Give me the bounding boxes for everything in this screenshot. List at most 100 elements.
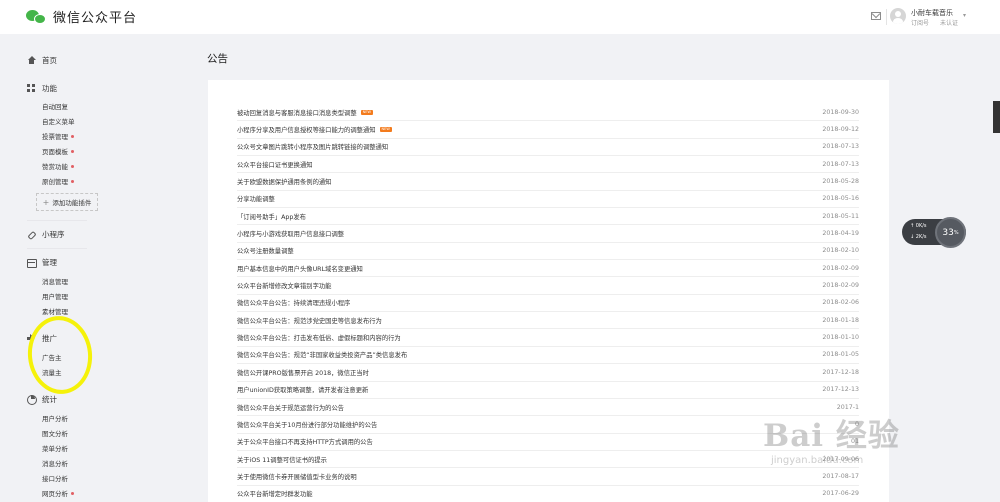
sidebar-item-messages[interactable]: 消息管理 bbox=[42, 276, 68, 286]
announcement-date: 2018-02-09 bbox=[822, 282, 859, 290]
announcement-row[interactable]: 公众号文章图片跳转小程序及图片跳转链接的调整通知 2018-07-13 bbox=[237, 139, 859, 157]
announcement-title[interactable]: 微信公众平台关于规范运营行为的公告 bbox=[237, 403, 344, 412]
announcement-title[interactable]: 微信公众平台公告：规范“非国家收益类投资产品”类信息发布 bbox=[237, 350, 407, 359]
announcement-row[interactable]: 微信公开课PRO版售票开启 2018，微信正当时 2017-12-18 bbox=[237, 364, 859, 382]
announcement-row[interactable]: 关于欧盟数据保护通用条例的通知 2018-05-28 bbox=[237, 173, 859, 191]
announcement-row[interactable]: 用户基本信息中的用户头像URL域名变更通知 2018-02-09 bbox=[237, 260, 859, 278]
sidebar-item-mini-program[interactable]: 小程序 bbox=[27, 227, 65, 241]
announcement-title[interactable]: 微信公开课PRO版售票开启 2018，微信正当时 bbox=[237, 368, 369, 377]
new-badge: NEW bbox=[379, 127, 392, 133]
sidebar-item-article-analysis[interactable]: 图文分析 bbox=[42, 428, 68, 438]
link-icon bbox=[27, 230, 36, 239]
announcement-title[interactable]: 用户基本信息中的用户头像URL域名变更通知 bbox=[237, 264, 363, 273]
announcement-date: 2018-09-12 bbox=[822, 126, 859, 134]
announcement-title[interactable]: 小程序与小游戏获取用户信息接口调整 bbox=[237, 229, 344, 238]
sidebar-item-auto-reply[interactable]: 自动回复 bbox=[42, 101, 68, 111]
announcement-row[interactable]: 小程序与小游戏获取用户信息接口调整 2018-04-19 bbox=[237, 225, 859, 243]
sidebar-item-message-analysis[interactable]: 消息分析 bbox=[42, 458, 68, 468]
account-type: 订阅号 bbox=[911, 20, 930, 27]
announcement-row[interactable]: 公众平台接口证书更换通知 2018-07-13 bbox=[237, 156, 859, 174]
sidebar-item-vote[interactable]: 投票管理 bbox=[42, 131, 74, 141]
announcement-date: 2018-01-18 bbox=[822, 316, 859, 324]
announcement-row[interactable]: 公众平台新增定时群发功能 2017-06-29 bbox=[237, 486, 859, 502]
notification-dot bbox=[71, 179, 74, 183]
pie-chart-icon bbox=[27, 394, 37, 405]
announcement-title[interactable]: 关于iOS 11调整可信证书的提示 bbox=[237, 455, 327, 464]
account-name[interactable]: 小耐车载音乐 bbox=[911, 8, 953, 18]
announcement-row[interactable]: 分享功能调整 2018-05-16 bbox=[237, 191, 859, 209]
account-status: 未认证 bbox=[940, 20, 959, 27]
announcement-date: 2018-05-11 bbox=[822, 212, 859, 220]
page-title: 公告 bbox=[207, 53, 228, 65]
sidebar-item-original[interactable]: 原创管理 bbox=[42, 176, 74, 186]
announcement-title[interactable]: 分享功能调整 bbox=[237, 194, 275, 203]
sidebar-section-manage[interactable]: 管理 bbox=[27, 255, 57, 269]
sidebar-item-api-analysis[interactable]: 接口分析 bbox=[42, 473, 68, 483]
sidebar-section-label: 统计 bbox=[42, 394, 57, 404]
announcement-row[interactable]: 公众号注册数量调整 2018-02-10 bbox=[237, 243, 859, 261]
announcement-date: 2018-02-06 bbox=[822, 299, 859, 307]
sidebar-item-users[interactable]: 用户管理 bbox=[42, 291, 68, 301]
sidebar-item-custom-menu[interactable]: 自定义菜单 bbox=[42, 116, 75, 126]
account-divider bbox=[886, 9, 887, 25]
announcement-title[interactable]: 关于公众平台接口不再支持HTTP方式调用的公告 bbox=[237, 437, 373, 446]
announcement-title[interactable]: 公众平台接口证书更换通知 bbox=[237, 160, 313, 169]
sidebar-section-features[interactable]: 功能 bbox=[27, 81, 57, 95]
sidebar-item-home[interactable]: 首页 bbox=[27, 53, 57, 67]
baidu-jingyan-watermark: Bai 经验 jingyan.baidu.com bbox=[763, 418, 900, 466]
sidebar-section-stats[interactable]: 统计 bbox=[27, 392, 57, 406]
upload-speed: ↑ 0K/s bbox=[910, 223, 927, 229]
notification-dot bbox=[71, 134, 74, 138]
memory-percent-circle[interactable]: 33% bbox=[935, 217, 966, 248]
new-badge: NEW bbox=[360, 109, 373, 115]
sidebar-section-label: 管理 bbox=[42, 257, 57, 267]
sidebar-item-menu-analysis[interactable]: 菜单分析 bbox=[42, 443, 68, 453]
announcement-title[interactable]: 公众平台新增定时群发功能 bbox=[237, 489, 313, 498]
announcement-title[interactable]: 关于使用微信卡券开展储值型卡业务的说明 bbox=[237, 472, 357, 481]
sidebar-section-label: 功能 bbox=[42, 83, 57, 93]
announcement-date: 2018-01-10 bbox=[822, 334, 859, 342]
announcement-title[interactable]: 「订阅号助手」App发布 bbox=[237, 212, 306, 221]
mail-icon[interactable] bbox=[871, 12, 881, 20]
announcement-row[interactable]: 公众平台新增修改文章错别字功能 2018-02-09 bbox=[237, 277, 859, 295]
announcement-title[interactable]: 微信公众平台公告：持续清理违规小程序 bbox=[237, 298, 350, 307]
announcement-row[interactable]: 小程序分享及用户信息授权等接口能力的调整通知 NEW 2018-09-12 bbox=[237, 121, 859, 139]
notification-dot bbox=[71, 149, 74, 153]
notification-dot bbox=[71, 164, 74, 168]
avatar[interactable] bbox=[890, 8, 906, 24]
divider bbox=[27, 220, 87, 221]
sidebar-item-materials[interactable]: 素材管理 bbox=[42, 306, 68, 316]
announcement-date: 2018-02-09 bbox=[822, 264, 859, 272]
announcement-title[interactable]: 关于欧盟数据保护通用条例的通知 bbox=[237, 177, 331, 186]
announcement-row[interactable]: 微信公众平台公告：持续清理违规小程序 2018-02-06 bbox=[237, 295, 859, 313]
announcement-title[interactable]: 微信公众平台关于10月份进行部分功能维护的公告 bbox=[237, 420, 377, 429]
announcement-title[interactable]: 被动回复消息与客服消息接口消息类型调整 NEW bbox=[237, 108, 373, 117]
sidebar-item-label: 首页 bbox=[42, 55, 57, 65]
announcement-row[interactable]: 微信公众平台公告：打击发布低俗、虚假标题和内容的行为 2018-01-10 bbox=[237, 329, 859, 347]
announcement-title[interactable]: 公众号文章图片跳转小程序及图片跳转链接的调整通知 bbox=[237, 142, 388, 151]
sidebar-item-user-analysis[interactable]: 用户分析 bbox=[42, 413, 68, 423]
announcement-row[interactable]: 用户unionID获取策略调整，请开发者注意更新 2017-12-13 bbox=[237, 382, 859, 399]
announcement-date: 2018-04-19 bbox=[822, 230, 859, 238]
announcement-title[interactable]: 公众平台新增修改文章错别字功能 bbox=[237, 281, 331, 290]
announcement-title[interactable]: 用户unionID获取策略调整，请开发者注意更新 bbox=[237, 385, 368, 394]
announcement-row[interactable]: 被动回复消息与客服消息接口消息类型调整 NEW 2018-09-30 bbox=[237, 104, 859, 122]
announcement-title[interactable]: 小程序分享及用户信息授权等接口能力的调整通知 NEW bbox=[237, 125, 392, 134]
announcement-date: 2017-06-29 bbox=[822, 490, 859, 498]
logo-text: 微信公众平台 bbox=[53, 11, 138, 26]
announcement-title[interactable]: 公众号注册数量调整 bbox=[237, 246, 294, 255]
sidebar-item-page-template[interactable]: 页面模板 bbox=[42, 146, 74, 156]
announcement-title[interactable]: 微信公众平台公告：规范涉党史国史等信息发布行为 bbox=[237, 316, 382, 325]
announcement-title[interactable]: 微信公众平台公告：打击发布低俗、虚假标题和内容的行为 bbox=[237, 333, 401, 342]
add-plugin-button[interactable]: + 添加功能插件 bbox=[36, 193, 98, 211]
announcement-row[interactable]: 「订阅号助手」App发布 2018-05-11 bbox=[237, 208, 859, 226]
notification-dot bbox=[71, 491, 74, 495]
side-scroll-tab[interactable] bbox=[993, 101, 1000, 133]
announcement-row[interactable]: 微信公众平台公告：规范涉党史国史等信息发布行为 2018-01-18 bbox=[237, 312, 859, 330]
sidebar-item-web-analysis[interactable]: 网页分析 bbox=[42, 488, 74, 498]
wechat-logo[interactable]: 微信公众平台 bbox=[26, 7, 137, 26]
sidebar-item-reward[interactable]: 赞赏功能 bbox=[42, 161, 74, 171]
chevron-down-icon[interactable]: ▾ bbox=[963, 12, 966, 19]
announcement-row[interactable]: 微信公众平台公告：规范“非国家收益类投资产品”类信息发布 2018-01-05 bbox=[237, 347, 859, 365]
announcement-date: 2018-09-30 bbox=[822, 108, 859, 116]
